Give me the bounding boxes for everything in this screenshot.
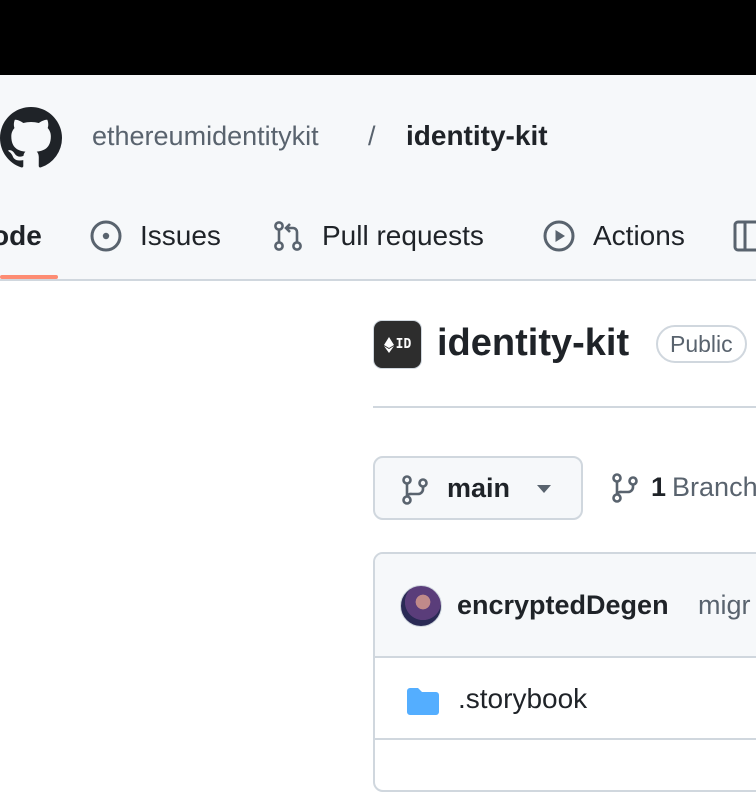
repo-avatar: ID	[373, 320, 422, 369]
git-branch-icon	[402, 475, 428, 505]
tab-pull-requests[interactable]: Pull requests	[272, 216, 484, 256]
breadcrumb-repo-link[interactable]: identity-kit	[406, 120, 548, 152]
tab-code-label: ode	[0, 220, 42, 251]
ethereum-icon	[383, 336, 394, 353]
branch-select-button[interactable]: main	[373, 456, 583, 520]
file-name-link[interactable]: .storybook	[458, 683, 587, 715]
tab-actions-label: Actions	[593, 220, 685, 251]
git-branch-icon	[612, 472, 638, 503]
tab-issues[interactable]: Issues	[90, 216, 221, 256]
commit-author-link[interactable]: encryptedDegen	[457, 590, 669, 621]
title-divider	[373, 406, 756, 408]
repo-title[interactable]: identity-kit	[437, 322, 629, 365]
breadcrumb-separator: /	[368, 121, 376, 151]
tab-code[interactable]: ode	[0, 216, 42, 256]
tab-projects[interactable]	[733, 216, 756, 256]
tab-issues-label: Issues	[140, 220, 221, 251]
triangle-down-icon	[537, 485, 551, 493]
git-pull-request-icon	[274, 221, 302, 251]
commit-author-avatar[interactable]	[400, 585, 442, 627]
folder-icon	[407, 688, 439, 715]
branch-name: main	[447, 473, 511, 503]
tab-pull-requests-label: Pull requests	[322, 220, 484, 251]
branches-link[interactable]: 1 Branch	[611, 472, 756, 503]
black-top-bar	[0, 0, 756, 75]
branches-count: 1	[651, 472, 667, 502]
visibility-badge: Public	[656, 325, 747, 363]
github-logo-icon[interactable]	[0, 107, 62, 169]
tab-actions[interactable]: Actions	[543, 216, 685, 256]
breadcrumb-owner-link[interactable]: ethereumidentitykit	[92, 121, 319, 152]
table-icon	[733, 220, 756, 252]
branches-label: Branch	[672, 472, 756, 502]
commit-message-link[interactable]: migr	[698, 590, 751, 621]
issue-opened-icon	[90, 220, 122, 252]
repo-avatar-text: ID	[395, 337, 412, 352]
play-icon	[543, 220, 575, 252]
tab-code-selected-indicator	[0, 275, 58, 279]
